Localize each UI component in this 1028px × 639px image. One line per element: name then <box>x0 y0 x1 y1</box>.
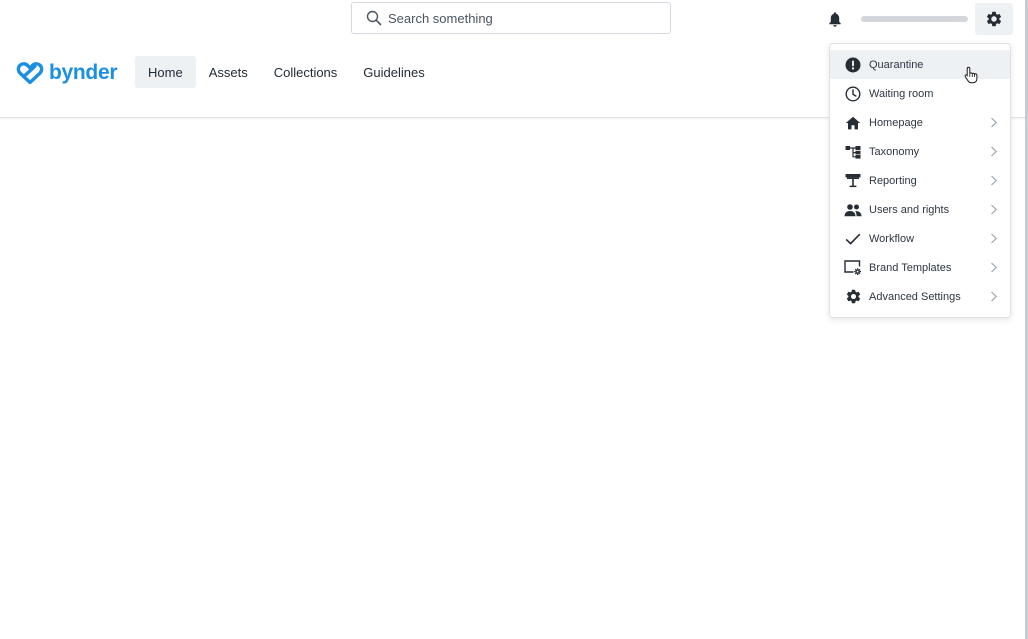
nav-item-home[interactable]: Home <box>135 56 196 88</box>
menu-item-label: Workflow <box>869 232 915 245</box>
nav-item-collections[interactable]: Collections <box>261 56 351 88</box>
menu-item-brand-templates[interactable]: Brand Templates <box>830 253 1010 282</box>
menu-item-label: Homepage <box>869 116 923 129</box>
menu-item-label: Reporting <box>869 174 917 187</box>
bynder-logo-mark <box>16 62 44 84</box>
brand-name: bynder <box>49 61 118 84</box>
chevron-right-icon <box>990 233 998 244</box>
gear-icon <box>985 10 1003 28</box>
bynder-logo[interactable]: bynder <box>16 60 118 86</box>
alert-circle-icon <box>844 56 862 74</box>
settings-menu: Quarantine Waiting room Homepage Taxonom… <box>829 43 1011 318</box>
menu-item-quarantine[interactable]: Quarantine <box>830 50 1010 79</box>
search-icon <box>366 10 382 26</box>
menu-item-label: Waiting room <box>869 87 934 100</box>
gear-icon <box>844 288 862 306</box>
users-icon <box>844 201 862 219</box>
taxonomy-icon <box>844 143 862 161</box>
chevron-right-icon <box>990 175 998 186</box>
menu-item-label: Brand Templates <box>869 261 952 274</box>
menu-item-label: Advanced Settings <box>869 290 961 303</box>
settings-button[interactable] <box>975 3 1013 35</box>
chevron-right-icon <box>990 204 998 215</box>
search-bar[interactable] <box>351 2 671 34</box>
menu-item-label: Quarantine <box>869 58 924 71</box>
brand-templates-icon <box>844 259 862 277</box>
chevron-right-icon <box>990 146 998 157</box>
page: bynder Home Assets Collections Guideline… <box>0 0 1028 639</box>
clock-icon <box>844 85 862 103</box>
menu-item-homepage[interactable]: Homepage <box>830 108 1010 137</box>
menu-item-taxonomy[interactable]: Taxonomy <box>830 137 1010 166</box>
menu-item-label: Users and rights <box>869 203 950 216</box>
menu-item-advanced-settings[interactable]: Advanced Settings <box>830 282 1010 311</box>
main-nav: Home Assets Collections Guidelines <box>135 56 438 88</box>
nav-item-guidelines[interactable]: Guidelines <box>350 56 437 88</box>
check-icon <box>844 230 862 248</box>
chevron-right-icon <box>990 291 998 302</box>
presentation-icon <box>844 172 862 190</box>
nav-item-assets[interactable]: Assets <box>196 56 261 88</box>
menu-item-users-and-rights[interactable]: Users and rights <box>830 195 1010 224</box>
menu-item-waiting-room[interactable]: Waiting room <box>830 79 1010 108</box>
menu-item-label: Taxonomy <box>869 145 920 158</box>
home-icon <box>844 114 862 132</box>
search-input[interactable] <box>388 10 648 26</box>
hand-cursor-icon <box>964 66 978 84</box>
menu-item-workflow[interactable]: Workflow <box>830 224 1010 253</box>
chevron-right-icon <box>990 117 998 128</box>
bell-icon[interactable] <box>827 11 843 28</box>
menu-item-reporting[interactable]: Reporting <box>830 166 1010 195</box>
user-name-placeholder[interactable] <box>861 16 968 22</box>
chevron-right-icon <box>990 262 998 273</box>
